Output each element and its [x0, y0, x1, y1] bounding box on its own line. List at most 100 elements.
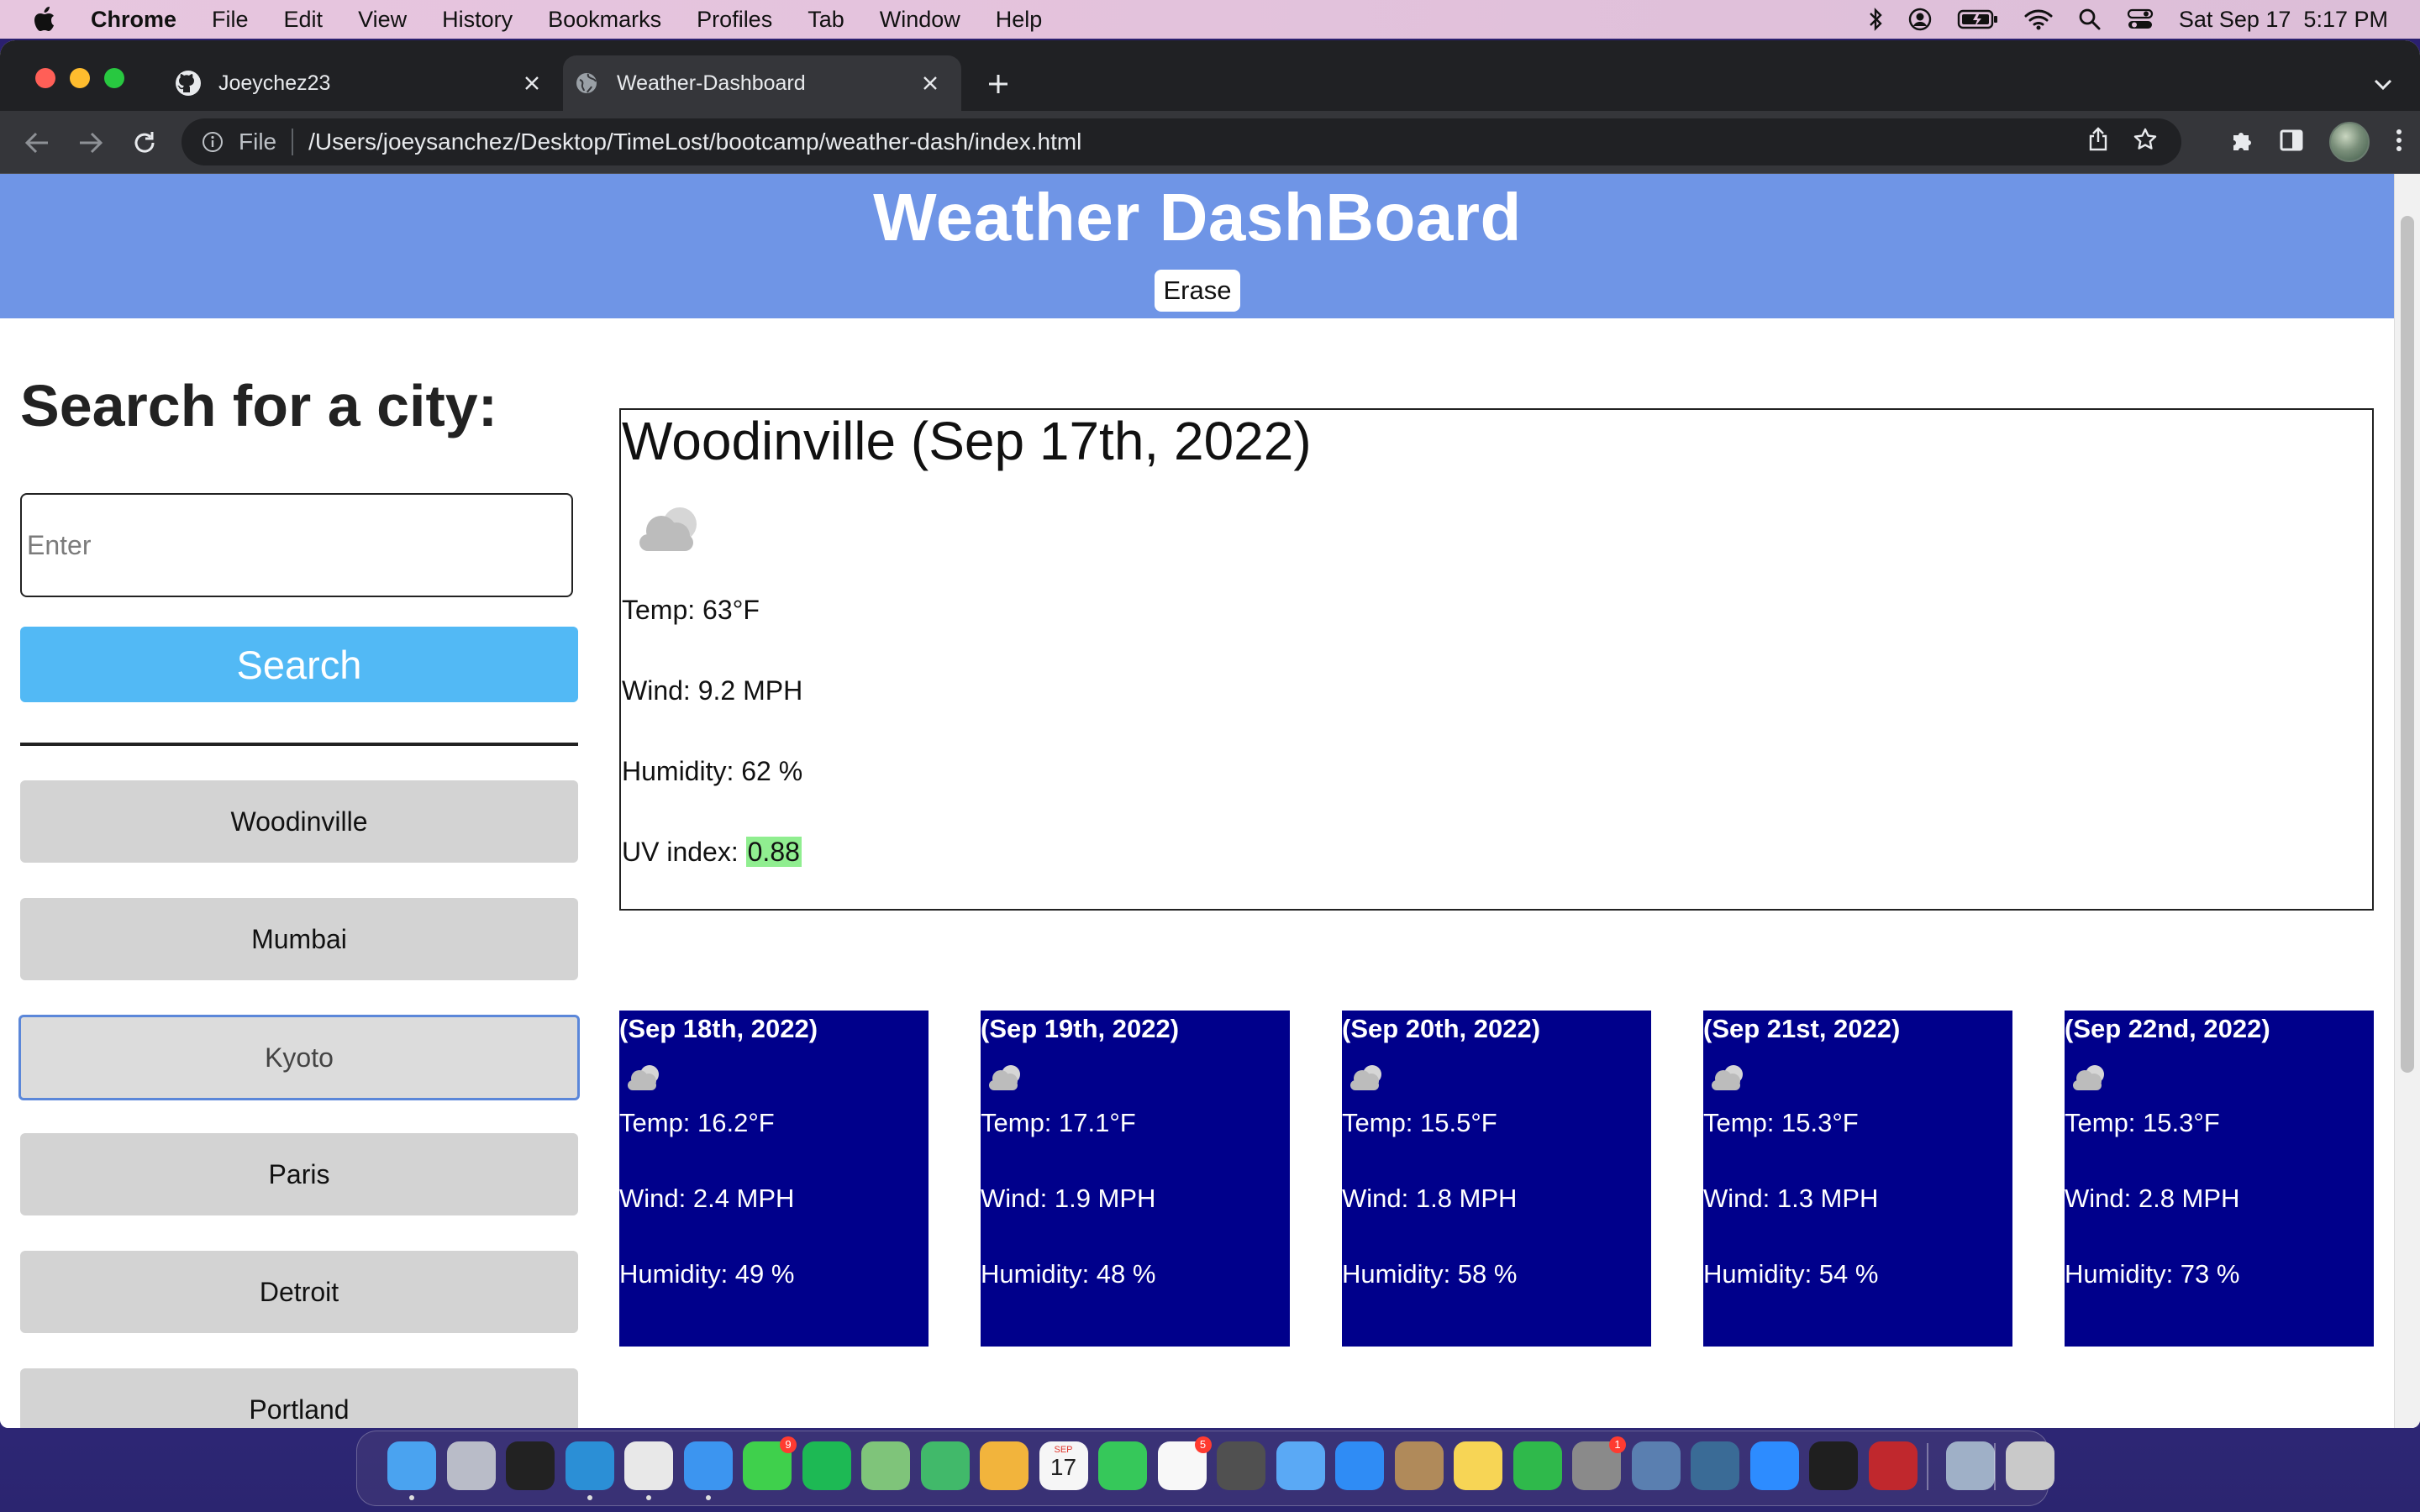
back-arrow-icon[interactable]: [20, 126, 54, 160]
terminal-icon[interactable]: [506, 1441, 555, 1490]
filezilla-icon[interactable]: [1868, 1441, 1918, 1490]
profile-avatar[interactable]: [2329, 122, 2370, 162]
erase-button[interactable]: Erase: [1155, 270, 1240, 312]
history-city-button[interactable]: Detroit: [20, 1251, 578, 1333]
battery-icon[interactable]: [1957, 8, 1999, 30]
forecast-wind: Wind: 1.9 MPH: [981, 1184, 1156, 1213]
forecast-humidity: Humidity: 58 %: [1342, 1259, 1518, 1289]
cloud-icon: [623, 1058, 666, 1095]
search-divider: [20, 743, 578, 746]
spotlight-search-icon[interactable]: [2078, 8, 2102, 31]
zoom-window-button[interactable]: [104, 68, 124, 88]
search-heading: Search for a city:: [20, 373, 497, 438]
history-city-button[interactable]: Mumbai: [20, 898, 578, 980]
new-tab-plus-icon[interactable]: [981, 67, 1015, 101]
tab-joeychez23[interactable]: Joeychez23: [165, 55, 563, 111]
trash-icon[interactable]: [2005, 1441, 2054, 1490]
calculator-icon[interactable]: [1217, 1441, 1265, 1490]
current-weather-card: Woodinville (Sep 17th, 2022) Temp: 63°F …: [619, 408, 2374, 911]
close-tab-icon[interactable]: [519, 71, 544, 96]
page-scrollbar[interactable]: [2394, 174, 2420, 1428]
finder-icon[interactable]: [387, 1441, 436, 1490]
app-store-icon[interactable]: [1335, 1441, 1384, 1490]
search-button[interactable]: Search: [20, 627, 578, 702]
mail-icon[interactable]: [1276, 1441, 1325, 1490]
launchpad-icon[interactable]: [446, 1441, 496, 1490]
close-tab-icon[interactable]: [918, 71, 943, 96]
photos-icon[interactable]: [980, 1441, 1028, 1490]
forecast-date: (Sep 21st, 2022): [1703, 1014, 1901, 1043]
history-city-button[interactable]: Portland: [20, 1368, 578, 1428]
scrollbar-thumb[interactable]: [2401, 216, 2414, 1073]
menu-file[interactable]: File: [212, 7, 249, 33]
facetime-icon[interactable]: [1098, 1441, 1147, 1490]
cloud-icon: [1707, 1058, 1750, 1095]
github-icon: [175, 70, 202, 97]
side-panel-icon[interactable]: [2279, 129, 2304, 156]
bluetooth-icon[interactable]: [1868, 8, 1883, 31]
chrome-icon[interactable]: [624, 1441, 673, 1490]
menu-clock[interactable]: Sat Sep 17 5:17 PM: [2179, 7, 2388, 33]
history-city-button[interactable]: Paris: [20, 1133, 578, 1215]
city-search-input[interactable]: [20, 493, 573, 597]
bookmark-star-icon[interactable]: [2133, 127, 2158, 158]
cloud-icon: [1345, 1058, 1389, 1095]
apple-menu-icon[interactable]: [32, 7, 57, 32]
notes-icon[interactable]: [1454, 1441, 1502, 1490]
mysql-workbench-icon[interactable]: [1631, 1441, 1681, 1490]
share-icon[interactable]: [2087, 126, 2109, 158]
running-indicator: [587, 1495, 592, 1500]
menu-profiles[interactable]: Profiles: [697, 7, 772, 33]
history-city-button[interactable]: Kyoto: [18, 1015, 580, 1100]
numbers-icon[interactable]: [1512, 1441, 1562, 1490]
chrome-menu-kebab-icon[interactable]: [2395, 128, 2403, 157]
menu-help[interactable]: Help: [996, 7, 1043, 33]
activity-monitor-icon[interactable]: [1809, 1441, 1858, 1490]
forecast-wind: Wind: 1.8 MPH: [1342, 1184, 1518, 1213]
history-city-button[interactable]: Woodinville: [20, 780, 578, 863]
menu-view[interactable]: View: [358, 7, 407, 33]
maps-icon[interactable]: [861, 1441, 910, 1490]
safari-icon[interactable]: [683, 1441, 733, 1490]
zoom-icon[interactable]: [1749, 1441, 1799, 1490]
forecast-date: (Sep 19th, 2022): [981, 1014, 1180, 1043]
notification-badge: 1: [1609, 1436, 1626, 1453]
forecast-temp: Temp: 17.1°F: [981, 1108, 1136, 1137]
close-window-button[interactable]: [35, 68, 55, 88]
tab-title: Joeychez23: [218, 71, 331, 95]
extensions-puzzle-icon[interactable]: [2228, 128, 2254, 157]
menu-bookmarks[interactable]: Bookmarks: [548, 7, 661, 33]
cloud-icon: [628, 492, 712, 559]
wifi-icon[interactable]: [2024, 8, 2053, 30]
tab-weather-dashboard[interactable]: Weather-Dashboard: [563, 55, 961, 111]
menu-history[interactable]: History: [442, 7, 513, 33]
forecast-humidity: Humidity: 54 %: [1703, 1259, 1879, 1289]
user-icon[interactable]: [1908, 8, 1932, 31]
preview-icon[interactable]: [1946, 1441, 1995, 1490]
forecast-date: (Sep 22nd, 2022): [2065, 1014, 2270, 1043]
menu-edit[interactable]: Edit: [284, 7, 324, 33]
reload-icon[interactable]: [128, 126, 161, 160]
forecast-card: (Sep 19th, 2022) Temp: 17.1°F Wind: 1.9 …: [981, 1011, 1290, 1347]
menu-app-name[interactable]: Chrome: [91, 7, 176, 33]
site-info-icon[interactable]: [200, 129, 225, 155]
minimize-window-button[interactable]: [70, 68, 90, 88]
find-my-icon[interactable]: [920, 1441, 970, 1490]
mysql-icon[interactable]: [1691, 1441, 1739, 1490]
browser-window: Joeychez23 Weather-Dashboard File /Users…: [0, 40, 2420, 1428]
running-indicator: [409, 1495, 414, 1500]
forward-arrow-icon[interactable]: [74, 126, 108, 160]
menu-tab[interactable]: Tab: [808, 7, 844, 33]
forecast-card: (Sep 22nd, 2022) Temp: 15.3°F Wind: 2.8 …: [2065, 1011, 2374, 1347]
address-bar[interactable]: File /Users/joeysanchez/Desktop/TimeLost…: [182, 118, 2181, 165]
menu-window[interactable]: Window: [880, 7, 960, 33]
address-url[interactable]: /Users/joeysanchez/Desktop/TimeLost/boot…: [308, 129, 1081, 155]
spotify-icon[interactable]: [802, 1441, 851, 1490]
control-center-icon[interactable]: [2127, 8, 2154, 30]
vscode-icon[interactable]: [565, 1441, 614, 1490]
tab-search-chevron-icon[interactable]: [2370, 71, 2396, 97]
current-wind: Wind: 9.2 MPH: [622, 675, 803, 706]
contacts-icon[interactable]: [1394, 1441, 1444, 1490]
calendar-icon[interactable]: SEP 17: [1039, 1441, 1088, 1490]
running-indicator: [646, 1495, 651, 1500]
